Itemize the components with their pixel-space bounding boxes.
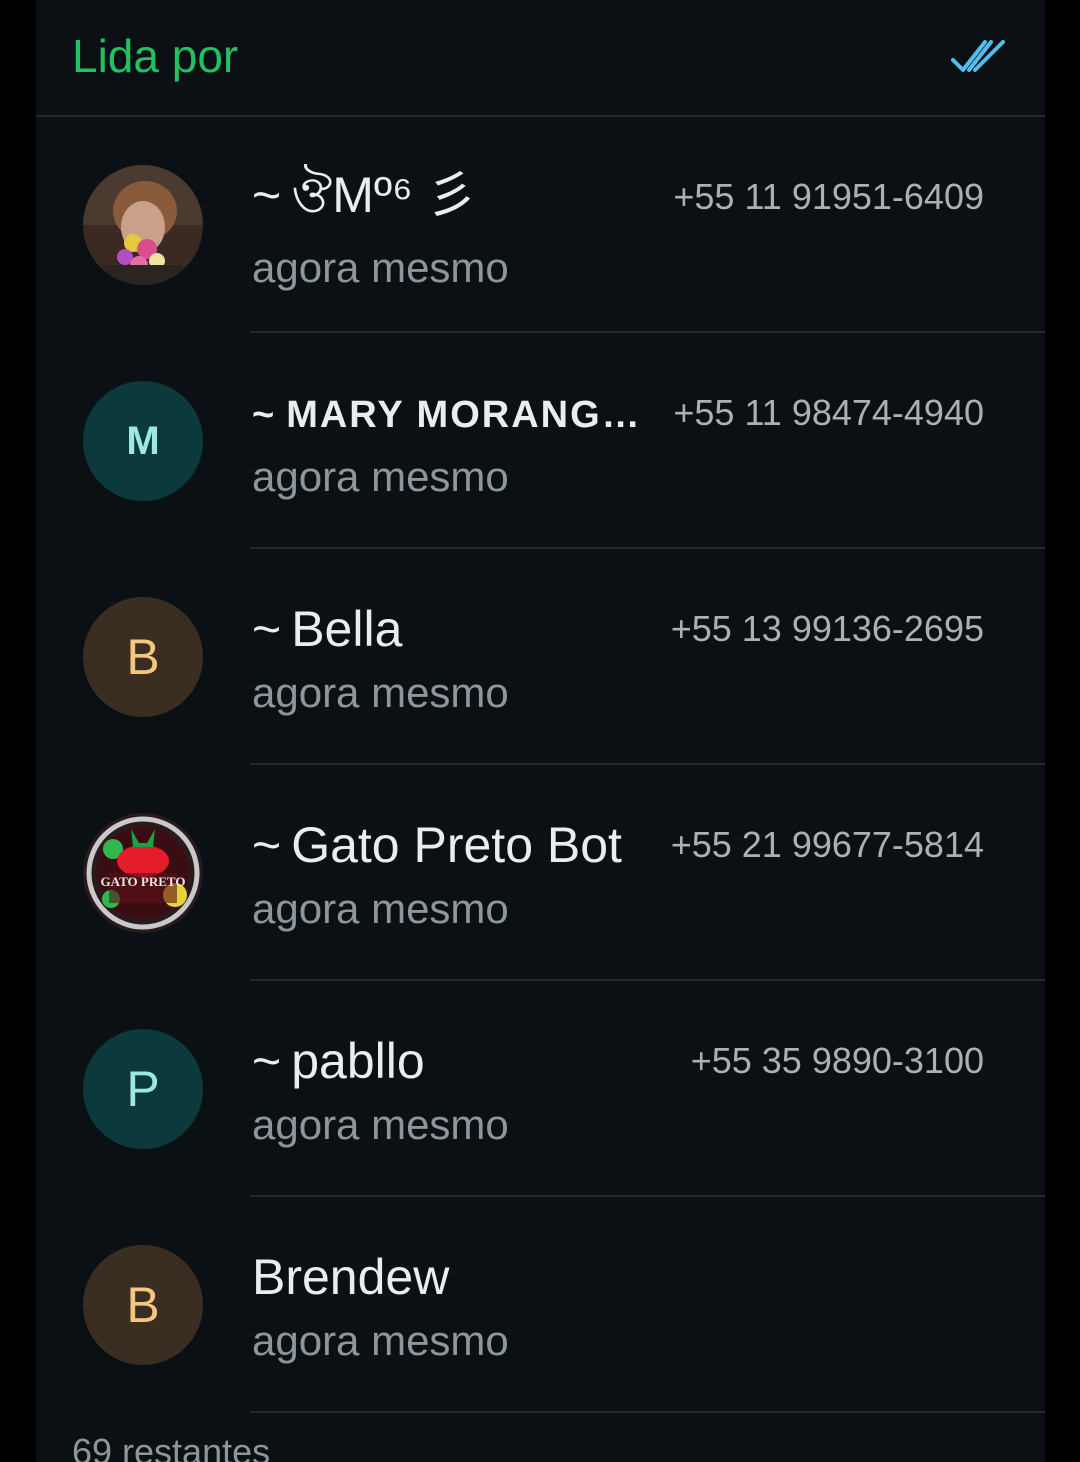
avatar[interactable]: B bbox=[83, 1245, 203, 1365]
reader-row[interactable]: B Brendew agora mesmo bbox=[36, 1197, 1045, 1413]
read-time: agora mesmo bbox=[252, 1317, 509, 1364]
avatar-initial: B bbox=[126, 629, 160, 685]
name-prefix: ~ bbox=[252, 1033, 282, 1089]
read-time: agora mesmo bbox=[252, 1101, 509, 1148]
read-time: agora mesmo bbox=[252, 669, 509, 716]
read-time: agora mesmo bbox=[252, 885, 509, 932]
reader-phone: +55 11 91951-6409 bbox=[673, 176, 984, 217]
name-text: Gato Preto Bot bbox=[291, 817, 622, 873]
reader-row[interactable]: GATO PRETO ~ Gato Preto Bot +55 21 99677-… bbox=[36, 765, 1045, 981]
reader-phone: +55 11 98474-4940 bbox=[673, 392, 984, 433]
reader-name: ~ Bella bbox=[252, 599, 402, 659]
read-by-header: Lida por bbox=[36, 0, 1045, 117]
name-prefix: ~ bbox=[252, 601, 282, 657]
avatar-initial: P bbox=[126, 1061, 160, 1117]
reader-phone: +55 13 99136-2695 bbox=[670, 608, 984, 649]
reader-name: ~ ঔMº⁶ 彡 bbox=[252, 165, 477, 225]
profile-photo-flowers bbox=[83, 165, 203, 285]
reader-phone: +55 21 99677-5814 bbox=[670, 824, 984, 865]
name-text: Brendew bbox=[252, 1249, 450, 1305]
logo-text: GATO PRETO bbox=[101, 874, 186, 889]
read-time: agora mesmo bbox=[252, 453, 509, 500]
reader-name: ~ pabllo bbox=[252, 1031, 425, 1091]
name-text: pabllo bbox=[291, 1033, 425, 1089]
reader-row[interactable]: M ~ MARY MORANG… +55 11 98474-4940 agora … bbox=[36, 333, 1045, 549]
gato-preto-logo: GATO PRETO bbox=[83, 813, 203, 933]
avatar[interactable]: P bbox=[83, 1029, 203, 1149]
reader-row[interactable]: B ~ Bella +55 13 99136-2695 agora mesmo bbox=[36, 549, 1045, 765]
reader-name: ~ Gato Preto Bot bbox=[252, 815, 622, 875]
name-text: Bella bbox=[291, 601, 403, 657]
name-text: ঔMº⁶ 彡 bbox=[291, 167, 477, 223]
reader-phone: +55 35 9890-3100 bbox=[690, 1040, 984, 1081]
row-divider bbox=[250, 1411, 1045, 1413]
avatar[interactable]: M bbox=[83, 381, 203, 501]
avatar[interactable]: GATO PRETO bbox=[83, 813, 203, 933]
double-check-icon bbox=[951, 38, 1007, 78]
avatar[interactable] bbox=[83, 165, 203, 285]
avatar-initial: M bbox=[126, 418, 160, 463]
reader-row[interactable]: P ~ pabllo +55 35 9890-3100 agora mesmo bbox=[36, 981, 1045, 1197]
name-text: MARY MORANG… bbox=[286, 394, 642, 436]
reader-row[interactable]: ~ ঔMº⁶ 彡 +55 11 91951-6409 agora mesmo bbox=[36, 117, 1045, 333]
reader-name: Brendew bbox=[252, 1247, 449, 1307]
remaining-count[interactable]: 69 restantes bbox=[72, 1430, 270, 1462]
read-by-title: Lida por bbox=[72, 30, 239, 82]
name-prefix: ~ bbox=[252, 394, 277, 436]
avatar[interactable]: B bbox=[83, 597, 203, 717]
reader-name: ~ MARY MORANG… bbox=[252, 385, 642, 445]
name-prefix: ~ bbox=[252, 167, 282, 223]
name-prefix: ~ bbox=[252, 817, 282, 873]
read-receipts-panel: Lida por ~ ঔMº⁶ 彡 +55 11 91951-6409 agor… bbox=[36, 0, 1045, 1462]
read-time: agora mesmo bbox=[252, 244, 509, 291]
avatar-initial: B bbox=[126, 1277, 160, 1333]
